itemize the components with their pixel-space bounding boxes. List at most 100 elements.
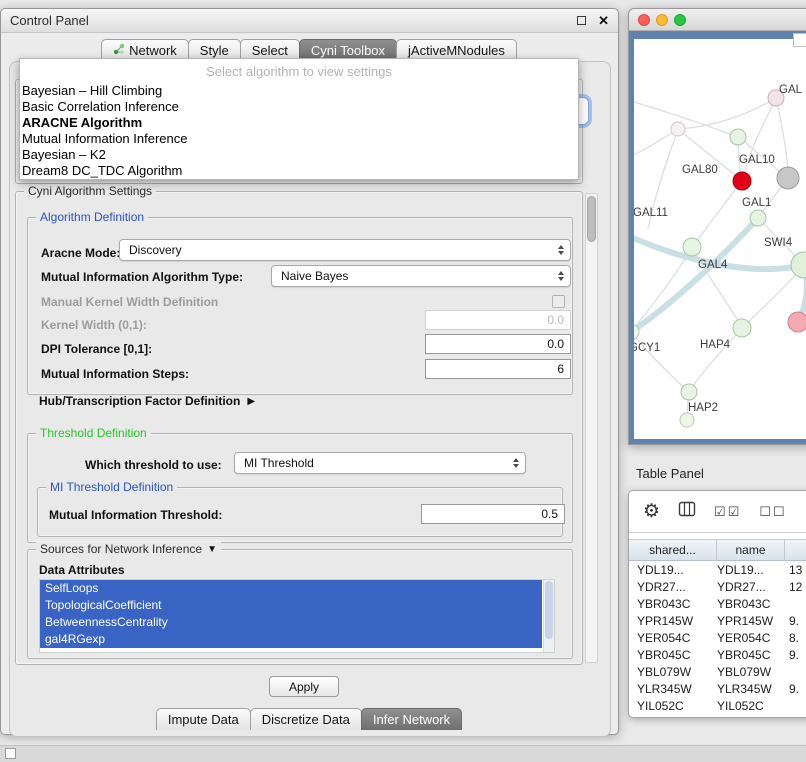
node-label: GAL10: [739, 154, 775, 166]
scrollbar-thumb[interactable]: [587, 196, 596, 242]
minimized-panel-icon[interactable]: [5, 748, 16, 759]
collapse-down-icon[interactable]: ▼: [207, 544, 217, 555]
table-cell: YPR145W: [629, 614, 717, 628]
network-edge[interactable]: [692, 181, 742, 247]
data-attributes-list: SelfLoopsTopologicalCoefficientBetweenne…: [40, 580, 554, 648]
table-row[interactable]: YIL052CYIL052C: [629, 697, 806, 714]
algorithm-option[interactable]: Dream8 DC_TDC Algorithm: [20, 163, 578, 179]
network-node[interactable]: [733, 172, 751, 190]
network-node[interactable]: [733, 319, 751, 337]
mi-algorithm-type-combobox[interactable]: Naive Bayes: [271, 265, 571, 287]
network-node[interactable]: [788, 312, 806, 332]
tab-discretize-data[interactable]: Discretize Data: [250, 708, 362, 730]
kernel-width-field[interactable]: 0.0: [425, 310, 571, 330]
control-panel-titlebar[interactable]: Control Panel ✕: [1, 9, 618, 33]
sources-title-text: Sources for Network Inference: [40, 542, 202, 556]
expand-right-icon[interactable]: ▶: [247, 396, 255, 407]
table-row[interactable]: YBR043CYBR043C: [629, 595, 806, 612]
tab-cyni-toolbox[interactable]: Cyni Toolbox: [299, 39, 397, 60]
algorithm-option[interactable]: Bayesian – Hill Climbing: [20, 83, 578, 99]
algorithm-option[interactable]: ARACNE Algorithm: [20, 115, 578, 131]
network-edge[interactable]: [776, 98, 788, 178]
network-node[interactable]: [777, 167, 799, 189]
combobox-value: Discovery: [129, 243, 182, 257]
columns-icon[interactable]: [678, 500, 696, 523]
float-window-icon[interactable]: [577, 16, 586, 25]
network-window-titlebar[interactable]: [629, 9, 806, 31]
tab-impute-data[interactable]: Impute Data: [156, 708, 251, 730]
mi-steps-label: Mutual Information Steps:: [41, 367, 189, 381]
node-label: GAL1: [742, 197, 771, 209]
data-attribute-item[interactable]: TopologicalCoefficient: [40, 597, 542, 614]
dpi-tolerance-field[interactable]: 0.0: [425, 334, 571, 354]
table-row[interactable]: YBR045CYBR045C9.: [629, 646, 806, 663]
data-attributes-listbox[interactable]: SelfLoopsTopologicalCoefficientBetweenne…: [39, 579, 555, 653]
mi-algorithm-type-label: Mutual Information Algorithm Type:: [41, 270, 243, 284]
network-edge[interactable]: [678, 98, 776, 129]
network-node[interactable]: [680, 413, 694, 427]
close-traffic-light-icon[interactable]: [638, 14, 650, 26]
algorithm-dropdown-list: Bayesian – Hill ClimbingBasic Correlatio…: [20, 83, 578, 179]
network-node[interactable]: [683, 238, 701, 256]
table-row[interactable]: YDL19...YDL19...13: [629, 561, 806, 578]
attributes-scrollbar[interactable]: [543, 580, 554, 652]
table-row[interactable]: YPR145WYPR145W9.: [629, 612, 806, 629]
settings-scrollbar[interactable]: [585, 193, 598, 663]
apply-button[interactable]: Apply: [269, 676, 339, 697]
control-panel-window: Control Panel ✕ Network Style Select Cyn…: [0, 8, 619, 735]
network-node[interactable]: [750, 210, 766, 226]
tab-select[interactable]: Select: [240, 39, 300, 60]
dropdown-placeholder: Select algorithm to view settings: [20, 59, 578, 83]
tab-style[interactable]: Style: [188, 39, 241, 60]
mi-steps-field[interactable]: 6: [425, 359, 571, 379]
bottom-strip: [0, 745, 806, 762]
mi-threshold-field[interactable]: 0.5: [421, 504, 565, 524]
attributes-scrollbar-thumb[interactable]: [545, 581, 553, 639]
minimize-traffic-light-icon[interactable]: [656, 14, 668, 26]
tab-jactivemnodules[interactable]: jActiveMNodules: [396, 39, 517, 60]
deselect-all-checkboxes-icon[interactable]: ☐☐: [759, 504, 786, 520]
data-attribute-item[interactable]: gal4RGexp: [40, 631, 542, 648]
column-header-name[interactable]: name: [717, 540, 785, 560]
combobox-arrows-icon: [558, 245, 564, 255]
network-view-frame: GALGAL80GAL10GAL11GAL1SWI4GAL4GCY1HAP4HA…: [629, 31, 806, 444]
select-all-checkboxes-icon[interactable]: ☑☑: [714, 504, 741, 520]
network-tab-icon: [113, 43, 125, 58]
network-edge[interactable]: [634, 129, 678, 159]
data-attributes-label: Data Attributes: [39, 563, 125, 577]
network-node[interactable]: [730, 129, 746, 145]
network-edge[interactable]: [689, 328, 742, 392]
network-edge[interactable]: [634, 332, 689, 392]
gear-icon[interactable]: ⚙: [643, 502, 660, 521]
manual-kernel-width-checkbox[interactable]: [552, 295, 565, 308]
algorithm-option[interactable]: Bayesian – K2: [20, 147, 578, 163]
table-row[interactable]: YER054CYER054C8.: [629, 629, 806, 646]
network-edge-highlighted[interactable]: [634, 218, 758, 332]
network-view-window: GALGAL80GAL10GAL11GAL1SWI4GAL4GCY1HAP4HA…: [628, 8, 806, 445]
network-node[interactable]: [671, 122, 685, 136]
table-row[interactable]: YLR345WYLR345W9.: [629, 680, 806, 697]
network-edge[interactable]: [634, 99, 738, 137]
network-node[interactable]: [681, 384, 697, 400]
aracne-mode-combobox[interactable]: Discovery: [119, 239, 571, 261]
table-body: YDL19...YDL19...13YDR27...YDR27...12YBR0…: [629, 561, 806, 717]
which-threshold-combobox[interactable]: MI Threshold: [234, 452, 526, 474]
tab-infer-network[interactable]: Infer Network: [361, 708, 462, 730]
network-node[interactable]: [791, 252, 806, 278]
close-window-icon[interactable]: ✕: [598, 13, 609, 29]
column-header-shared-name[interactable]: shared...: [629, 540, 717, 560]
zoom-traffic-light-icon[interactable]: [674, 14, 686, 26]
algorithm-option[interactable]: Basic Correlation Inference: [20, 99, 578, 115]
table-row[interactable]: YBL079WYBL079W: [629, 663, 806, 680]
algorithm-option[interactable]: Mutual Information Inference: [20, 131, 578, 147]
hub-definition-toggle[interactable]: Hub/Transcription Factor Definition ▶: [39, 394, 255, 408]
tab-network[interactable]: Network: [101, 39, 189, 60]
network-canvas[interactable]: GALGAL80GAL10GAL11GAL1SWI4GAL4GCY1HAP4HA…: [634, 39, 806, 439]
data-attribute-item[interactable]: BetweennessCentrality: [40, 614, 542, 631]
combobox-arrows-icon: [513, 458, 519, 468]
network-edge[interactable]: [742, 98, 776, 181]
data-attribute-item[interactable]: SelfLoops: [40, 580, 542, 597]
column-header-extra[interactable]: [785, 540, 806, 560]
combobox-arrows-icon: [558, 271, 564, 281]
table-row[interactable]: YDR27...YDR27...12: [629, 578, 806, 595]
